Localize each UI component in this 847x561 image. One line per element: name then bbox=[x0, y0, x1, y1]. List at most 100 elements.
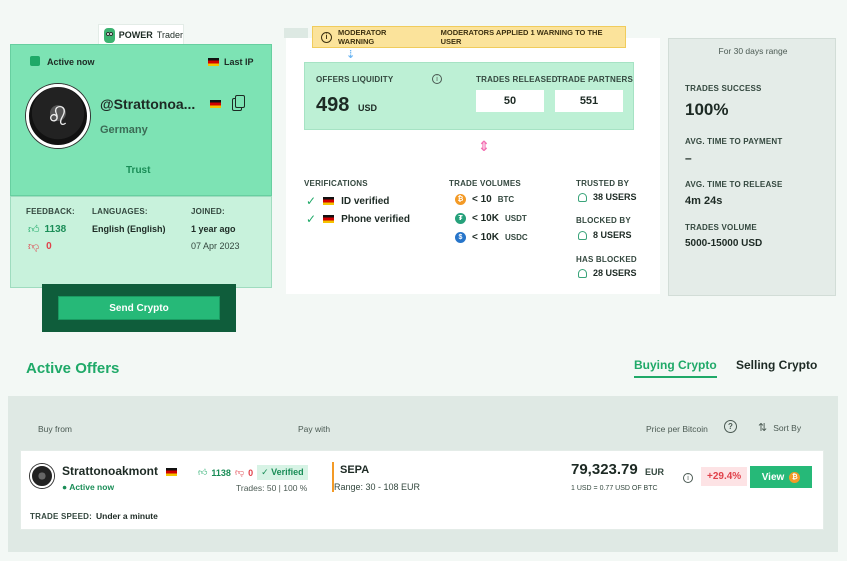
trusted-by-label: TRUSTED BY bbox=[576, 179, 630, 188]
payment-method: SEPA bbox=[340, 464, 370, 476]
send-crypto-button[interactable]: Send Crypto bbox=[58, 296, 220, 320]
joined-ago: 1 year ago bbox=[191, 224, 236, 234]
volume-item: ₿ < 10 BTC bbox=[455, 194, 514, 205]
feedback-label: FEEDBACK: bbox=[26, 207, 75, 216]
tab-buying-crypto[interactable]: Buying Crypto bbox=[634, 358, 717, 378]
power-trader-badge: POWER Trader bbox=[98, 24, 184, 46]
owl-logo-icon bbox=[104, 27, 115, 43]
trusted-by-value: 38 USERS bbox=[593, 192, 637, 202]
view-offer-button[interactable]: View ₿ bbox=[750, 466, 812, 488]
liquidity-label: OFFERS LIQUIDITY bbox=[316, 75, 394, 84]
usdc-icon: $ bbox=[455, 232, 466, 243]
trust-label: Trust bbox=[126, 165, 151, 176]
moderator-warning: i MODERATOR WARNING MODERATORS APPLIED 1… bbox=[312, 26, 626, 48]
thumbs-up-icon: 👍︎ bbox=[28, 224, 40, 236]
stats-card bbox=[668, 38, 836, 296]
volume-unit: BTC bbox=[497, 195, 515, 204]
checkmark-icon: ✓ bbox=[261, 467, 272, 477]
connector-icon: ⇕ bbox=[478, 138, 490, 154]
offer-rate: 1 USD = 0.77 USD OF BTC bbox=[571, 485, 658, 492]
avatar: ♌ bbox=[26, 84, 90, 148]
trades-volume-value: 5000-15000 USD bbox=[685, 238, 763, 249]
trade-speed-value: Under a minute bbox=[96, 511, 158, 521]
verification-item: ✓ Phone verified bbox=[306, 212, 410, 226]
dislikes-count: 0 bbox=[46, 241, 52, 252]
view-label: View bbox=[761, 471, 785, 483]
volume-unit: USDC bbox=[504, 233, 528, 242]
trade-partners-label: TRADE PARTNERS bbox=[557, 75, 633, 84]
info-icon: i bbox=[321, 31, 332, 43]
languages-label: LANGUAGES: bbox=[92, 207, 148, 216]
badge-subtitle: Trader bbox=[156, 30, 183, 40]
online-dot-icon: ● bbox=[62, 482, 68, 492]
trader-name[interactable]: Strattonoakmont bbox=[62, 464, 158, 478]
decor-pixel bbox=[284, 28, 308, 38]
verification-label: ID verified bbox=[341, 195, 390, 207]
thumbs-down-icon: 👎︎ bbox=[234, 467, 245, 477]
price-percent: +29.4% bbox=[701, 467, 748, 486]
warning-text: MODERATORS APPLIED 1 WARNING TO THE USER bbox=[440, 28, 603, 46]
badge-title: POWER bbox=[118, 30, 153, 40]
liquidity-currency: USD bbox=[358, 103, 378, 113]
trade-partners-value: 551 bbox=[555, 90, 623, 112]
payment-range: Range: 30 - 108 EUR bbox=[334, 482, 421, 492]
liquidity-value: 498 bbox=[316, 94, 350, 116]
info-icon[interactable]: i bbox=[432, 74, 442, 84]
volume-amount: < 10K bbox=[472, 232, 499, 243]
trade-speed-label: TRADE SPEED: bbox=[30, 512, 92, 521]
copy-icon[interactable] bbox=[235, 95, 245, 108]
verified-label: Verified bbox=[271, 467, 304, 477]
profile-status: Active now bbox=[47, 57, 95, 67]
trader-feedback: 👍︎ 1138 👎︎ 0 ✓ Verified bbox=[198, 465, 308, 480]
last-ip-label: Last IP bbox=[224, 57, 254, 67]
likes: 👍︎ 1138 bbox=[28, 223, 66, 236]
avg-payment-value: – bbox=[685, 151, 692, 165]
volume-item: $ < 10K USDC bbox=[455, 232, 528, 243]
verifications-label: VERIFICATIONS bbox=[304, 179, 368, 188]
likes-count: 1138 bbox=[44, 224, 67, 235]
bitcoin-icon: ₿ bbox=[789, 471, 801, 483]
avg-release-value: 4m 24s bbox=[685, 195, 723, 207]
has-blocked: 28 USERS bbox=[578, 268, 637, 278]
active-offers-title: Active Offers bbox=[26, 360, 120, 377]
trades-released-value: 50 bbox=[476, 90, 544, 112]
volume-unit: USDT bbox=[504, 214, 527, 223]
languages-value: English (English) bbox=[92, 224, 166, 234]
sort-icon: ⇅ bbox=[758, 422, 768, 434]
trades-released-label: TRADES RELEASED bbox=[476, 75, 558, 84]
blocked-by-value: 8 USERS bbox=[593, 230, 632, 240]
thumbs-down-icon: 👎︎ bbox=[28, 241, 40, 253]
blocked-by-label: BLOCKED BY bbox=[576, 216, 631, 225]
germany-flag-icon bbox=[323, 197, 335, 205]
avg-release-label: AVG. TIME TO RELEASE bbox=[685, 180, 783, 189]
help-icon[interactable]: ? bbox=[724, 420, 737, 433]
bitcoin-icon: ₿ bbox=[455, 194, 466, 205]
verification-item: ✓ ID verified bbox=[306, 194, 389, 208]
online-status-icon bbox=[30, 56, 40, 66]
tether-icon: ₮ bbox=[455, 213, 466, 224]
trader-dislikes: 0 bbox=[248, 467, 254, 478]
country: Germany bbox=[100, 124, 148, 136]
tab-selling-crypto[interactable]: Selling Crypto bbox=[736, 358, 817, 372]
has-blocked-value: 28 USERS bbox=[593, 268, 637, 278]
germany-flag-icon bbox=[210, 100, 221, 108]
checkmark-icon: ✓ bbox=[306, 194, 317, 208]
avg-payment-label: AVG. TIME TO PAYMENT bbox=[685, 137, 783, 146]
trader-status-text: Active now bbox=[69, 482, 115, 492]
col-price: Price per Bitcoin bbox=[646, 424, 708, 434]
trader-likes: 1138 bbox=[211, 467, 231, 478]
user-icon bbox=[578, 192, 587, 202]
germany-flag-icon bbox=[323, 215, 335, 223]
trade-volumes-label: TRADE VOLUMES bbox=[449, 179, 521, 188]
sort-by-button[interactable]: ⇅ Sort By bbox=[758, 421, 801, 434]
verified-badge: ✓ Verified bbox=[257, 465, 308, 480]
info-icon[interactable]: i bbox=[683, 473, 693, 483]
sort-by-label: Sort By bbox=[773, 422, 802, 433]
blocked-by: 8 USERS bbox=[578, 230, 632, 240]
trades-success-value: 100% bbox=[685, 100, 729, 119]
user-icon bbox=[578, 230, 587, 240]
offer-price-currency: EUR bbox=[645, 467, 665, 477]
trader-status: ● Active now bbox=[62, 482, 114, 492]
trusted-by: 38 USERS bbox=[578, 192, 637, 202]
thumbs-up-icon: 👍︎ bbox=[198, 467, 208, 477]
